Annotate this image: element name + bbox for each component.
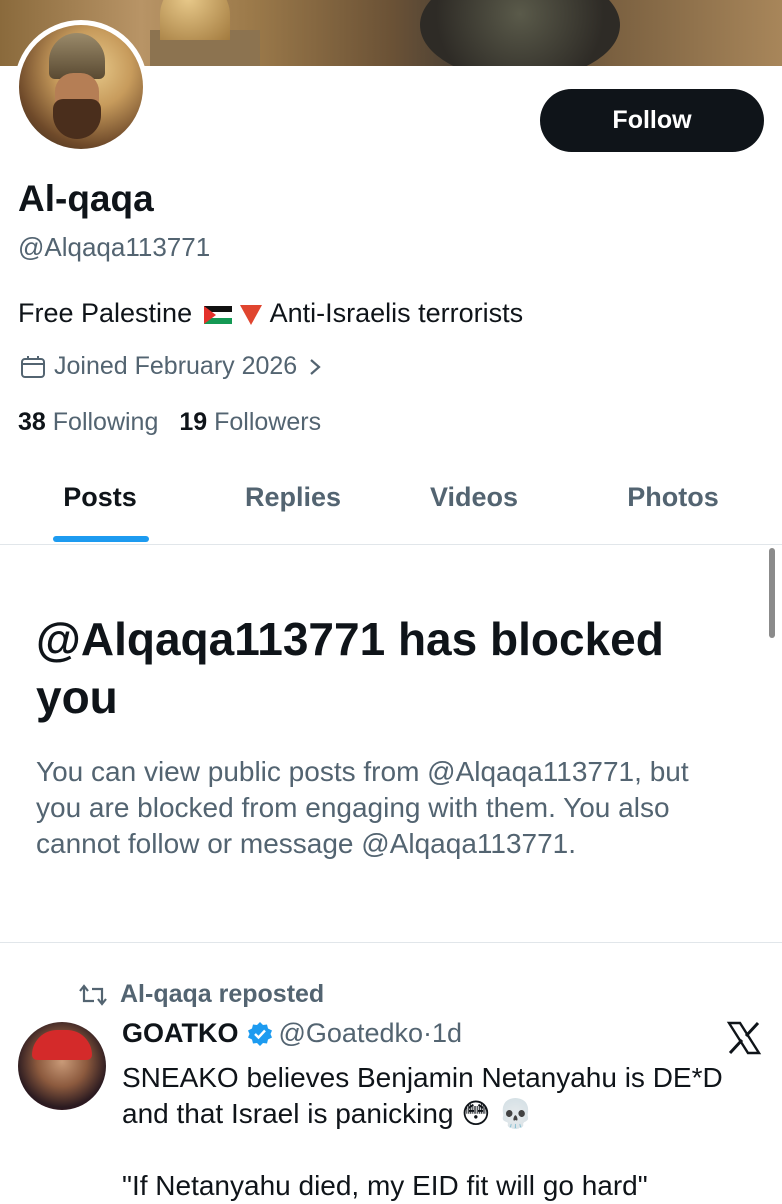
post-author-name[interactable]: GOATKO (122, 1018, 239, 1049)
follow-button[interactable]: Follow (540, 89, 764, 152)
active-tab-indicator (53, 536, 149, 542)
profile-bio: Free Palestine Anti-Israelis terrorists (18, 298, 523, 329)
post-author-handle[interactable]: @Goatedko (279, 1018, 424, 1049)
bio-text-2: Anti-Israelis terrorists (269, 298, 524, 328)
repost-indicator[interactable]: Al-qaqa reposted (78, 980, 324, 1009)
post-text: SNEAKO believes Benjamin Netanyahu is DE… (122, 1062, 723, 1201)
joined-text: Joined February 2026 (54, 352, 298, 380)
followers-link[interactable]: 19 Followers (179, 408, 321, 436)
following-label: Following (52, 408, 159, 436)
followers-label: Followers (214, 408, 322, 436)
profile-avatar[interactable] (14, 20, 148, 154)
joined-date-link[interactable]: Joined February 2026 (18, 352, 323, 381)
tab-posts[interactable]: Posts (63, 482, 137, 513)
scrollbar[interactable] (769, 548, 775, 638)
blocked-title: @Alqaqa113771 has blocked you (36, 613, 664, 723)
repost-label: Al-qaqa reposted (120, 980, 325, 1008)
profile-name: Al-qaqa (18, 178, 154, 219)
profile-stats: 38 Following 19 Followers (18, 408, 321, 437)
chevron-right-icon (310, 358, 321, 375)
x-logo-icon[interactable] (726, 1020, 762, 1056)
banner-dome (160, 0, 230, 40)
palestine-flag-icon (203, 305, 232, 324)
tab-videos[interactable]: Videos (430, 482, 518, 513)
section-divider (0, 942, 782, 943)
calendar-icon (21, 355, 45, 378)
post-separator: · (423, 1018, 432, 1048)
post-header: GOATKO @Goatedko · 1d (122, 1018, 462, 1049)
avatar-cap (32, 1030, 92, 1060)
profile-tabs: Posts Replies Videos Photos (0, 468, 782, 545)
post-author-avatar[interactable] (18, 1022, 106, 1110)
following-link[interactable]: 38 Following (18, 408, 158, 436)
verified-badge-icon (247, 1021, 272, 1046)
bio-text-1: Free Palestine (18, 298, 193, 328)
tab-photos[interactable]: Photos (627, 482, 719, 513)
repost-icon (79, 983, 107, 1006)
following-count: 38 (18, 408, 46, 436)
avatar-image (19, 25, 143, 149)
profile-handle: @Alqaqa113771 (18, 232, 211, 262)
avatar-beard (53, 99, 101, 139)
red-triangle-icon (239, 304, 262, 325)
followers-count: 19 (179, 408, 208, 436)
banner-figure (420, 0, 620, 66)
post-time[interactable]: 1d (432, 1018, 462, 1049)
blocked-description: You can view public posts from @Alqaqa11… (36, 756, 689, 859)
tab-replies[interactable]: Replies (245, 482, 341, 513)
